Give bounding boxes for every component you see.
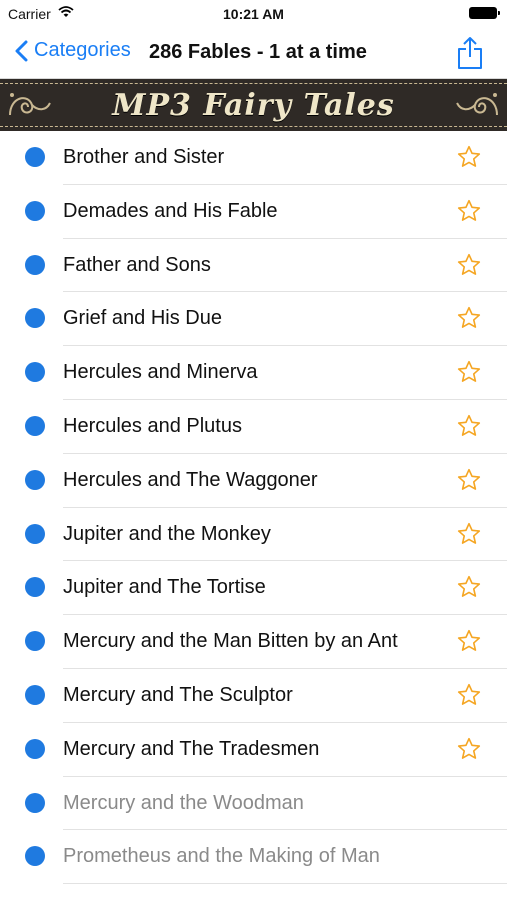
favorite-star-icon[interactable] xyxy=(456,305,482,336)
unplayed-dot-icon xyxy=(25,254,45,275)
unplayed-dot-icon xyxy=(25,846,45,867)
fable-title: Jupiter and the Monkey xyxy=(63,522,271,545)
list-item[interactable]: Mercury and The Tradesmen xyxy=(0,723,507,777)
list-item[interactable]: Prometheus and the Making of Man xyxy=(0,830,507,885)
unplayed-dot-icon xyxy=(25,308,45,329)
unplayed-dot-icon xyxy=(25,738,45,759)
favorite-star-icon[interactable] xyxy=(456,736,482,767)
unplayed-dot-icon xyxy=(25,577,45,598)
navigation-bar: Categories 286 Fables - 1 at a time xyxy=(0,28,507,79)
list-item[interactable]: Hercules and The Waggoner xyxy=(0,454,507,508)
unplayed-dot-icon xyxy=(25,362,45,383)
banner-border-bottom xyxy=(0,126,507,127)
fable-title: Mercury and The Sculptor xyxy=(63,683,293,706)
banner-border-top xyxy=(0,83,507,84)
swirl-ornament-icon xyxy=(456,93,498,116)
fable-title: Mercury and the Man Bitten by an Ant xyxy=(63,630,398,653)
list-item[interactable]: Father and Sons xyxy=(0,239,507,293)
favorite-star-icon[interactable] xyxy=(456,252,482,283)
fable-title: Hercules and The Waggoner xyxy=(63,468,318,491)
unplayed-dot-icon xyxy=(25,631,45,652)
fable-title: Jupiter and The Tortise xyxy=(63,576,266,599)
list-item[interactable]: Jupiter and The Tortise xyxy=(0,561,507,616)
favorite-star-icon[interactable] xyxy=(456,198,482,229)
favorite-star-icon[interactable] xyxy=(456,144,482,175)
list-item[interactable]: Demades and His Fable xyxy=(0,185,507,239)
list-item[interactable]: Mercury and The Sculptor xyxy=(0,669,507,723)
favorite-star-icon[interactable] xyxy=(456,628,482,659)
fable-title: Father and Sons xyxy=(63,253,211,276)
back-button[interactable]: Categories xyxy=(14,39,131,62)
list-item[interactable]: Brother and Sister xyxy=(0,131,507,185)
battery-icon xyxy=(469,7,500,19)
unplayed-dot-icon xyxy=(25,523,45,544)
favorite-star-icon[interactable] xyxy=(456,467,482,498)
favorite-star-icon[interactable] xyxy=(456,413,482,444)
list-item[interactable]: Grief and His Due xyxy=(0,292,507,347)
clock: 10:21 AM xyxy=(223,6,284,22)
list-item[interactable]: Hercules and Minerva xyxy=(0,346,507,400)
fable-title: Grief and His Due xyxy=(63,307,222,330)
fable-title: Demades and His Fable xyxy=(63,199,278,222)
list-item[interactable]: Jupiter and the Monkey xyxy=(0,508,507,562)
share-button[interactable] xyxy=(457,36,483,75)
unplayed-dot-icon xyxy=(25,147,45,167)
unplayed-dot-icon xyxy=(25,792,45,813)
chevron-left-icon xyxy=(15,40,28,61)
favorite-star-icon[interactable] xyxy=(456,359,482,390)
unplayed-dot-icon xyxy=(25,200,45,221)
favorite-star-icon[interactable] xyxy=(456,574,482,605)
back-button-label: Categories xyxy=(34,39,131,61)
page-title: 286 Fables - 1 at a time xyxy=(149,41,367,63)
swirl-ornament-icon xyxy=(9,93,51,116)
list-item[interactable]: Mercury and the Woodman xyxy=(0,777,507,831)
fable-title: Hercules and Plutus xyxy=(63,414,242,437)
fable-title: Prometheus and the Making of Man xyxy=(63,845,380,868)
favorite-star-icon[interactable] xyxy=(456,682,482,713)
fable-title: Hercules and Minerva xyxy=(63,361,258,384)
fable-list: Brother and Sister Demades and His Fable… xyxy=(0,131,507,885)
fable-title: Brother and Sister xyxy=(63,146,225,168)
favorite-star-icon[interactable] xyxy=(456,521,482,552)
status-bar: Carrier 10:21 AM xyxy=(0,0,507,28)
banner-title: MP3 Fairy Tales xyxy=(112,87,395,123)
share-icon xyxy=(458,37,482,69)
row-divider xyxy=(63,883,507,885)
fable-title: Mercury and The Tradesmen xyxy=(63,737,320,760)
list-item[interactable]: Mercury and the Man Bitten by an Ant xyxy=(0,615,507,669)
unplayed-dot-icon xyxy=(25,684,45,705)
unplayed-dot-icon xyxy=(25,415,45,436)
list-item[interactable]: Hercules and Plutus xyxy=(0,400,507,454)
fable-title: Mercury and the Woodman xyxy=(63,791,304,814)
unplayed-dot-icon xyxy=(25,469,45,490)
app-banner: MP3 Fairy Tales xyxy=(0,79,507,131)
